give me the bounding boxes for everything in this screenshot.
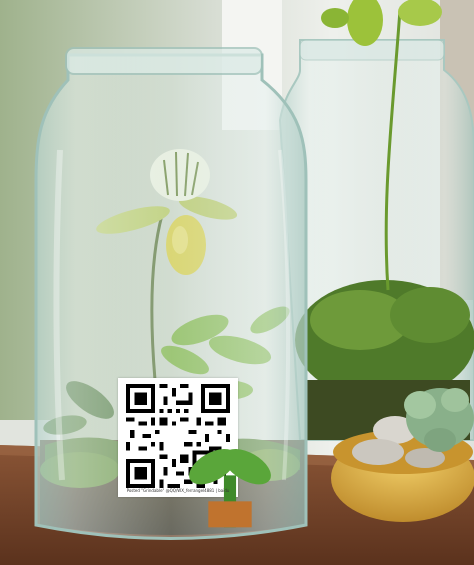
qr-caption: Posted "Grindable" @QQ/WX_ferrangel4881 … [126, 488, 230, 493]
plant-logo-icon [170, 426, 271, 528]
qr-code-card[interactable]: Posted "Grindable" @QQ/WX_ferrangel4881 … [118, 378, 271, 528]
back-jar [278, 0, 474, 441]
